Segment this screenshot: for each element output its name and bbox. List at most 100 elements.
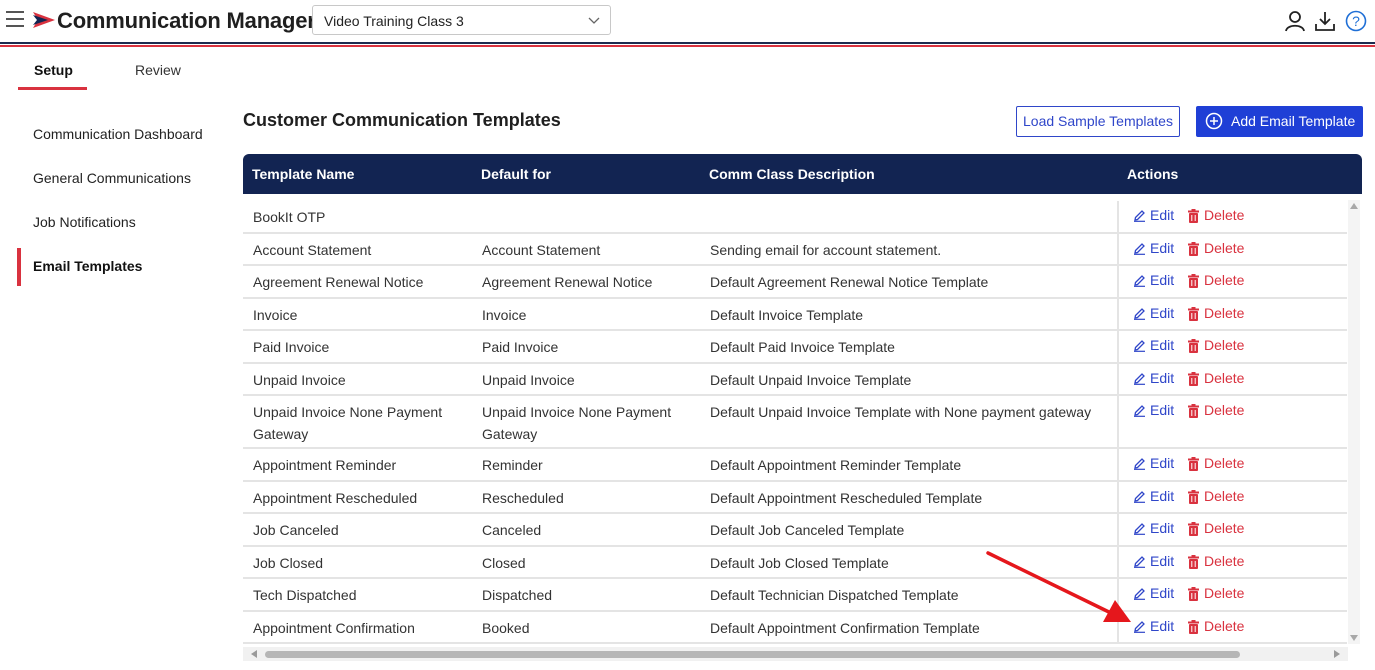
- delete-label: Delete: [1204, 520, 1245, 536]
- delete-button[interactable]: Delete: [1187, 207, 1244, 223]
- cell-description: Default Technician Dispatched Template: [710, 587, 959, 603]
- delete-icon: [1188, 306, 1199, 321]
- cell-description: Default Unpaid Invoice Template: [710, 371, 912, 388]
- row-actions: Edit Delete: [1117, 611, 1347, 642]
- edit-button[interactable]: Edit: [1133, 402, 1174, 418]
- delete-button[interactable]: Delete: [1187, 488, 1244, 504]
- class-select-value: Video Training Class 3: [324, 13, 464, 29]
- cell-template-name: Agreement Renewal Notice: [253, 274, 424, 290]
- edit-button[interactable]: Edit: [1133, 455, 1174, 471]
- cell-template-name: Invoice: [253, 306, 298, 323]
- delete-button[interactable]: Delete: [1187, 585, 1244, 601]
- delete-button[interactable]: Delete: [1187, 240, 1244, 256]
- table-row: Unpaid Invoice Unpaid Invoice Default Unpa…: [243, 363, 1347, 396]
- cell-template-name: Unpaid Invoice None Payment Gateway: [253, 404, 443, 442]
- delete-button[interactable]: Delete: [1187, 402, 1244, 418]
- vertical-scrollbar[interactable]: [1348, 200, 1360, 644]
- cell-description: Default Paid Invoice Template: [710, 339, 895, 355]
- cell-template-name: Job Canceled: [253, 522, 339, 538]
- edit-label: Edit: [1150, 585, 1175, 601]
- edit-label: Edit: [1150, 207, 1175, 223]
- edit-icon: [1134, 405, 1145, 417]
- edit-button[interactable]: Edit: [1133, 305, 1174, 321]
- cell-default-for: Invoice: [482, 306, 527, 323]
- edit-button[interactable]: Edit: [1133, 585, 1174, 601]
- tab-review[interactable]: Review: [135, 62, 181, 78]
- user-icon[interactable]: [1284, 10, 1306, 32]
- edit-button[interactable]: Edit: [1133, 240, 1174, 256]
- column-header-comm-class-description[interactable]: Comm Class Description: [709, 166, 875, 182]
- top-bar: Communication Manager Video Training Cla…: [0, 0, 1375, 42]
- cell-description: Default Job Closed Template: [710, 554, 889, 571]
- delete-icon: [1188, 587, 1199, 601]
- delete-label: Delete: [1204, 369, 1245, 386]
- row-actions: Edit Delete: [1117, 546, 1347, 577]
- table-row: Appointment Rescheduled Rescheduled Defaul…: [243, 481, 1347, 514]
- sidebar-item-general-communications[interactable]: General Communications: [33, 170, 191, 186]
- cell-template-name: Account Statement: [253, 241, 372, 258]
- delete-icon: [1188, 619, 1199, 634]
- edit-button[interactable]: Edit: [1133, 488, 1174, 504]
- delete-label: Delete: [1204, 402, 1245, 418]
- edit-button[interactable]: Edit: [1133, 207, 1174, 223]
- edit-button[interactable]: Edit: [1133, 370, 1174, 386]
- edit-label: Edit: [1150, 487, 1175, 504]
- delete-button[interactable]: Delete: [1187, 370, 1244, 386]
- edit-button[interactable]: Edit: [1133, 520, 1174, 536]
- edit-label: Edit: [1150, 402, 1175, 418]
- delete-button[interactable]: Delete: [1187, 455, 1244, 471]
- delete-label: Delete: [1204, 239, 1245, 256]
- delete-icon: [1188, 371, 1199, 386]
- delete-icon: [1188, 522, 1199, 536]
- help-icon[interactable]: ?: [1345, 10, 1367, 32]
- edit-label: Edit: [1150, 520, 1175, 536]
- cell-description: Default Invoice Template: [710, 306, 864, 323]
- delete-button[interactable]: Delete: [1187, 520, 1244, 536]
- horizontal-scrollbar[interactable]: [243, 647, 1348, 661]
- edit-button[interactable]: Edit: [1133, 272, 1174, 288]
- delete-button[interactable]: Delete: [1187, 618, 1244, 634]
- table-row: Unpaid Invoice None Payment Gateway Unpai…: [243, 396, 1347, 449]
- delete-button[interactable]: Delete: [1187, 272, 1244, 288]
- cell-default-for: Booked: [482, 619, 530, 636]
- sidebar-active-indicator: [17, 248, 21, 286]
- add-email-template-button[interactable]: Add Email Template: [1196, 106, 1363, 137]
- delete-button[interactable]: Delete: [1187, 305, 1244, 321]
- load-sample-templates-button[interactable]: Load Sample Templates: [1016, 106, 1180, 137]
- column-header-default-for[interactable]: Default for: [481, 166, 551, 182]
- table-row: Invoice Invoice Default Invoice Template Ed…: [243, 298, 1347, 331]
- tab-setup[interactable]: Setup: [34, 62, 73, 78]
- header-rule-navy: [0, 42, 1375, 44]
- cell-default-for: Unpaid Invoice None Payment Gateway: [482, 404, 672, 442]
- cell-template-name: Appointment Reminder: [253, 457, 397, 473]
- sidebar-item-email-templates[interactable]: Email Templates: [33, 258, 142, 274]
- cell-description: Default Agreement Renewal Notice Templat…: [710, 274, 989, 290]
- column-header-template-name[interactable]: Template Name: [252, 166, 354, 182]
- delete-button[interactable]: Delete: [1187, 337, 1244, 353]
- cell-default-for: Canceled: [482, 522, 542, 538]
- edit-button[interactable]: Edit: [1133, 553, 1174, 569]
- edit-button[interactable]: Edit: [1133, 618, 1174, 634]
- delete-label: Delete: [1204, 207, 1245, 223]
- edit-button[interactable]: Edit: [1133, 337, 1174, 353]
- edit-icon: [1134, 523, 1145, 535]
- sidebar-item-communication-dashboard[interactable]: Communication Dashboard: [33, 126, 203, 142]
- delete-icon: [1188, 457, 1199, 471]
- cell-description: Sending email for account statement.: [710, 241, 942, 258]
- cell-template-name: Appointment Confirmation: [253, 619, 415, 636]
- table-row: Job Canceled Canceled Default Job Canceled…: [243, 514, 1347, 547]
- sidebar-item-job-notifications[interactable]: Job Notifications: [33, 214, 136, 230]
- class-select[interactable]: Video Training Class 3: [312, 5, 611, 35]
- cell-description: Default Appointment Confirmation Templat…: [710, 619, 980, 636]
- edit-icon: [1134, 372, 1145, 385]
- cell-default-for: Paid Invoice: [482, 339, 559, 355]
- edit-icon: [1134, 340, 1145, 352]
- menu-icon[interactable]: [6, 11, 24, 27]
- edit-icon: [1134, 242, 1145, 255]
- delete-button[interactable]: Delete: [1187, 553, 1244, 569]
- cell-description: Default Job Canceled Template: [710, 522, 905, 538]
- delete-label: Delete: [1204, 617, 1245, 634]
- download-icon[interactable]: [1314, 10, 1336, 32]
- cell-default-for: Reminder: [482, 457, 543, 473]
- edit-label: Edit: [1150, 239, 1175, 256]
